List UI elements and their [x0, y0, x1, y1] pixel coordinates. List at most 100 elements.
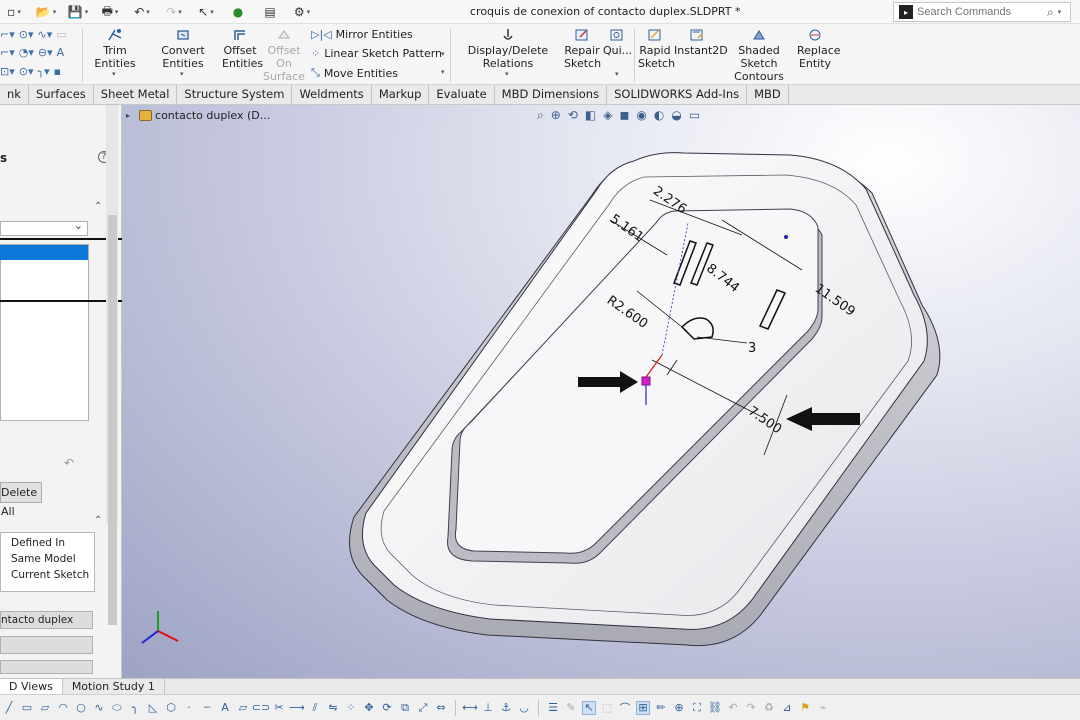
circle-icon[interactable]: ○ [74, 701, 88, 715]
line-icon[interactable]: ╱ [2, 701, 16, 715]
tab-evaluate[interactable]: Evaluate [429, 85, 495, 105]
target-icon[interactable]: ⊕ [672, 701, 686, 715]
flag-icon[interactable]: ⚑ [798, 701, 812, 715]
parallelogram-icon[interactable]: ▱ [38, 701, 52, 715]
rectangle-icon[interactable]: ▭ [20, 701, 34, 715]
file-properties-icon[interactable]: ▤ [256, 2, 284, 22]
plane-icon[interactable]: ▱ [236, 701, 250, 715]
tab-solidworks-add-ins[interactable]: SOLIDWORKS Add-Ins [607, 85, 748, 105]
undo-icon[interactable]: ↶ [726, 701, 740, 715]
point-icon[interactable]: ▪ [54, 65, 61, 78]
arc-icon[interactable]: ◔▾ [19, 46, 34, 59]
tab-sketch-ink[interactable]: nk [0, 85, 29, 105]
relations-dropdown-icon[interactable]: ▾ [505, 70, 509, 78]
text-icon[interactable]: A [57, 46, 65, 59]
search-commands-box[interactable]: ▸ ⌕ ▾ [893, 2, 1071, 22]
save-icon[interactable]: 💾 ▾ [64, 2, 92, 22]
dimension-style-icon[interactable]: ⊿ [780, 701, 794, 715]
view-orientation-icon[interactable]: ◈ [603, 108, 612, 122]
tangent-icon[interactable]: ◡ [517, 701, 531, 715]
crop-icon[interactable]: ⛶ [690, 701, 704, 715]
zoom-to-fit-icon[interactable]: ⌕ [537, 108, 544, 123]
convert-dropdown-icon[interactable]: ▾ [180, 70, 184, 78]
plane-icon[interactable]: ▭ [56, 28, 66, 41]
pencil-icon[interactable]: ✏ [654, 701, 668, 715]
rotate-icon[interactable]: ⟳ [380, 701, 394, 715]
sketch-point[interactable] [641, 376, 651, 386]
entity-field-3[interactable] [0, 660, 93, 674]
box-select-icon[interactable]: ⬚ [600, 701, 614, 715]
copy-icon[interactable]: ⧉ [398, 701, 412, 715]
display-style-icon[interactable]: ◼ [619, 108, 629, 122]
centerline-icon[interactable]: ⌐▾ [0, 46, 15, 59]
convert-entities-button[interactable]: Convert Entities [146, 28, 220, 70]
options-icon[interactable]: ⚙ ▾ [288, 2, 316, 22]
pattern-icon[interactable]: ⁘ [344, 701, 358, 715]
offset-entities-button[interactable]: Offset Entities [222, 28, 263, 70]
circle-icon[interactable]: ⊙▾ [19, 28, 34, 41]
mirror-icon[interactable]: ⇋ [326, 701, 340, 715]
move-dropdown-icon[interactable]: ▾ [441, 68, 445, 76]
centerline-icon[interactable]: ┄ [200, 701, 214, 715]
stretch-icon[interactable]: ⇔ [434, 701, 448, 715]
spline-icon[interactable]: ∿▾ [38, 28, 53, 41]
shaded-sketch-contours-button[interactable]: Shaded Sketch Contours [723, 28, 795, 83]
fillet-icon[interactable]: ╮ [128, 701, 142, 715]
line-icon[interactable]: ⌐▾ [0, 28, 15, 41]
recycle-icon[interactable]: ♻ [762, 701, 776, 715]
tab-structure-system[interactable]: Structure System [177, 85, 293, 105]
quick-snaps-dropdown-icon[interactable]: ▾ [615, 70, 619, 78]
redo-icon[interactable]: ↷ ▾ [160, 2, 188, 22]
section-view-icon[interactable]: ◧ [585, 108, 596, 122]
offset-icon[interactable]: ⫽ [308, 701, 322, 715]
search-input[interactable] [917, 6, 1045, 18]
graphics-area[interactable]: 2.276 5.161 8.744 11.509 R2.600 3 7.500 [122, 105, 1080, 678]
smart-dimension-icon[interactable]: ⟷ [462, 701, 478, 715]
replace-entity-button[interactable]: Replace Entity [797, 28, 841, 70]
scale-icon[interactable]: ⤢ [416, 701, 430, 715]
repair-sketch-button[interactable]: Repair Sketch [564, 28, 601, 70]
ellipse-icon[interactable]: ⬭ [110, 701, 124, 715]
tab-3d-views[interactable]: D Views [0, 679, 63, 695]
instant2d-button[interactable]: Instant2D [674, 28, 728, 57]
tab-motion-study[interactable]: Motion Study 1 [63, 679, 165, 695]
print-icon[interactable]: 🖶 ▾ [96, 2, 124, 22]
slot-icon[interactable]: ⊂⊃ [252, 701, 270, 715]
tab-surfaces[interactable]: Surfaces [29, 85, 94, 105]
trim-icon[interactable]: ✂ [272, 701, 286, 715]
entity-field-2[interactable] [0, 636, 93, 654]
apply-scene-icon[interactable]: ◒ [671, 108, 681, 122]
move-icon[interactable]: ✥ [362, 701, 376, 715]
previous-view-icon[interactable]: ⟲ [568, 108, 578, 122]
pattern-dropdown-icon[interactable]: ▾ [441, 50, 445, 58]
relations-filter-select[interactable] [0, 219, 88, 236]
edit-appearance-icon[interactable]: ◐ [654, 108, 664, 122]
ellipse-icon[interactable]: ⊖▾ [38, 46, 53, 59]
arc-icon[interactable]: ◠ [56, 701, 70, 715]
rapid-sketch-button[interactable]: Rapid Sketch [638, 28, 675, 70]
dimension-label[interactable]: 3 [748, 341, 756, 356]
collapse-entities-icon[interactable]: ⌃ [94, 515, 102, 526]
tab-markup[interactable]: Markup [372, 85, 430, 105]
link-icon[interactable]: ⛓ [708, 701, 722, 715]
line-format-icon[interactable]: ☰ [546, 701, 560, 715]
search-icon[interactable]: ⌕ [1047, 5, 1054, 20]
extend-icon[interactable]: ⟶ [289, 701, 305, 715]
slot-icon[interactable]: ⊡▾ [0, 65, 15, 78]
entity-field[interactable]: ntacto duplex [0, 611, 93, 629]
relations-icon[interactable]: ⊥ [481, 701, 495, 715]
trim-dropdown-icon[interactable]: ▾ [112, 70, 116, 78]
redo-icon[interactable]: ↷ [744, 701, 758, 715]
spline-icon[interactable]: ∿ [92, 701, 106, 715]
panel-scrollbar-thumb[interactable] [108, 215, 117, 625]
hide-show-icon[interactable]: ◉ [636, 108, 646, 122]
tab-mbd[interactable]: MBD [747, 85, 789, 105]
model-view[interactable] [122, 105, 1080, 678]
feature-tree-root[interactable]: ▸ contacto duplex (D... [126, 109, 270, 122]
tab-mbd-dimensions[interactable]: MBD Dimensions [495, 85, 608, 105]
trim-entities-button[interactable]: Trim Entities [86, 28, 144, 70]
lasso-icon[interactable]: ⌒ [618, 701, 632, 715]
select-cursor-icon[interactable]: ↖ [582, 700, 596, 715]
chamfer-icon[interactable]: ◺ [146, 701, 160, 715]
polygon-icon[interactable]: ⊙▾ [19, 65, 34, 78]
